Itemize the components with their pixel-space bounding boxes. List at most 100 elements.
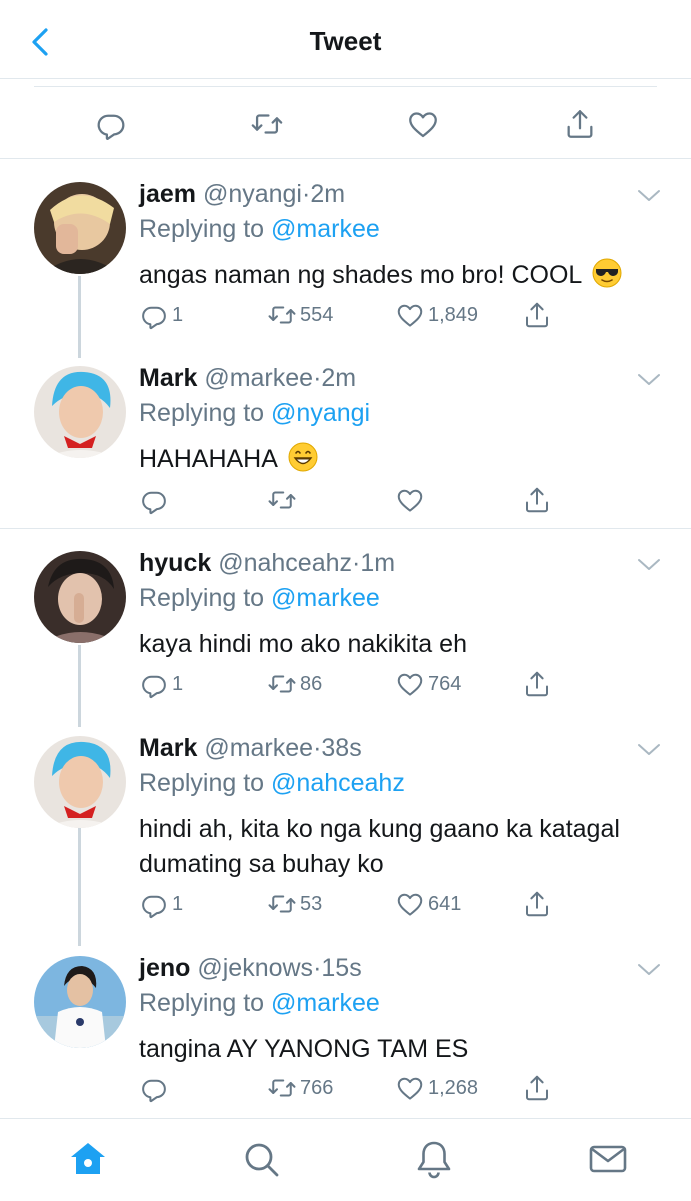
avatar[interactable] xyxy=(34,956,126,1048)
tweet-text-line: dumating sa buhay ko xyxy=(139,850,384,878)
like-count: 764 xyxy=(428,672,462,695)
share-button[interactable] xyxy=(522,1071,552,1105)
like-icon xyxy=(395,485,425,515)
tweet-text: angas naman ng shades mo bro! COOL xyxy=(139,258,669,293)
retweet-button[interactable]: 86 xyxy=(267,667,322,701)
thread-connector xyxy=(78,826,81,946)
tweet-actions: 766 1,268 xyxy=(139,1071,569,1105)
avatar[interactable] xyxy=(34,366,126,458)
search-icon[interactable] xyxy=(241,1139,281,1179)
like-count: 1,849 xyxy=(428,303,479,326)
like-button[interactable]: 641 xyxy=(395,887,461,921)
user-handle[interactable]: @markee xyxy=(204,734,313,762)
avatar[interactable] xyxy=(34,182,126,274)
like-icon[interactable] xyxy=(406,107,440,141)
share-icon xyxy=(522,300,552,330)
divider xyxy=(0,158,691,159)
replying-to: Replying to @markee xyxy=(139,215,380,244)
share-button[interactable] xyxy=(522,298,552,332)
replying-to-label: Replying to xyxy=(139,584,265,612)
page-title: Tweet xyxy=(309,26,382,56)
replying-to-handle[interactable]: @markee xyxy=(271,215,380,243)
divider xyxy=(0,78,691,79)
reply-button[interactable]: 1 xyxy=(139,887,183,921)
avatar[interactable] xyxy=(34,551,126,643)
chevron-down-icon[interactable] xyxy=(636,742,662,758)
display-name[interactable]: jeno xyxy=(139,954,190,982)
like-button[interactable] xyxy=(395,483,428,517)
reply-button[interactable] xyxy=(139,1071,172,1105)
like-button[interactable]: 1,849 xyxy=(395,298,478,332)
share-icon xyxy=(522,669,552,699)
like-icon xyxy=(395,889,425,919)
user-handle[interactable]: @markee xyxy=(204,364,313,392)
retweet-count: 86 xyxy=(300,672,323,695)
user-handle[interactable]: @nahceahz xyxy=(218,549,352,577)
notifications-bell-icon[interactable] xyxy=(414,1139,454,1179)
tweet-text: HAHAHAHA xyxy=(139,442,669,477)
replying-to-handle[interactable]: @markee xyxy=(271,989,380,1017)
divider xyxy=(0,528,691,529)
tweet-header: Mark @markee·2m xyxy=(139,364,356,393)
reply-button[interactable]: 1 xyxy=(139,298,183,332)
chevron-down-icon[interactable] xyxy=(636,962,662,978)
like-button[interactable]: 1,268 xyxy=(395,1071,478,1105)
share-icon xyxy=(522,889,552,919)
share-button[interactable] xyxy=(522,887,552,921)
user-handle[interactable]: @jeknows xyxy=(197,954,313,982)
retweet-button[interactable]: 554 xyxy=(267,298,333,332)
home-icon[interactable] xyxy=(68,1139,108,1179)
chevron-down-icon[interactable] xyxy=(636,557,662,573)
replying-to-handle[interactable]: @nahceahz xyxy=(271,769,405,797)
share-icon xyxy=(522,1073,552,1103)
tweet-actions: 1 554 1,849 xyxy=(139,298,569,332)
replying-to: Replying to @markee xyxy=(139,584,380,613)
replying-to-handle[interactable]: @nyangi xyxy=(271,399,370,427)
share-icon[interactable] xyxy=(563,107,597,141)
tweet-header: jeno @jeknows·15s xyxy=(139,954,362,983)
like-button[interactable]: 764 xyxy=(395,667,461,701)
tweet-header: hyuck @nahceahz·1m xyxy=(139,549,395,578)
bottom-tab-bar xyxy=(0,1118,691,1201)
like-count: 1,268 xyxy=(428,1076,479,1099)
like-icon xyxy=(395,669,425,699)
retweet-button[interactable] xyxy=(267,483,300,517)
chevron-down-icon[interactable] xyxy=(636,372,662,388)
top-bar: Tweet xyxy=(0,0,691,80)
display-name[interactable]: jaem xyxy=(139,180,196,208)
tweet-header: Mark @markee·38s xyxy=(139,734,362,763)
reply-icon[interactable] xyxy=(94,107,128,141)
replying-to-handle[interactable]: @markee xyxy=(271,584,380,612)
user-handle[interactable]: @nyangi xyxy=(203,180,302,208)
display-name[interactable]: hyuck xyxy=(139,549,211,577)
share-button[interactable] xyxy=(522,667,552,701)
like-icon xyxy=(395,300,425,330)
replying-to: Replying to @nyangi xyxy=(139,399,370,428)
retweet-button[interactable]: 53 xyxy=(267,887,322,921)
display-name[interactable]: Mark xyxy=(139,364,197,392)
tweet-actions: 1 53 641 xyxy=(139,887,569,921)
retweet-icon xyxy=(267,300,297,330)
timestamp: 38s xyxy=(321,734,362,762)
reply-icon xyxy=(139,485,169,515)
reply-button[interactable]: 1 xyxy=(139,667,183,701)
share-button[interactable] xyxy=(522,483,552,517)
retweet-button[interactable]: 766 xyxy=(267,1071,333,1105)
reply-count: 1 xyxy=(172,892,184,915)
retweet-icon[interactable] xyxy=(250,107,284,141)
avatar[interactable] xyxy=(34,736,126,828)
display-name[interactable]: Mark xyxy=(139,734,197,762)
messages-mail-icon[interactable] xyxy=(588,1139,628,1179)
retweet-icon xyxy=(267,485,297,515)
tweet-actions: 1 86 764 xyxy=(139,667,569,701)
reply-button[interactable] xyxy=(139,483,172,517)
sunglasses-emoji-icon xyxy=(592,258,622,288)
timestamp: 1m xyxy=(360,549,396,577)
replying-to-label: Replying to xyxy=(139,989,265,1017)
tweet-header: jaem @nyangi·2m xyxy=(139,180,345,209)
grinning-emoji-icon xyxy=(288,442,317,472)
retweet-count: 766 xyxy=(300,1076,334,1099)
retweet-icon xyxy=(267,669,297,699)
chevron-down-icon[interactable] xyxy=(636,188,662,204)
tweet-actions xyxy=(139,483,569,517)
